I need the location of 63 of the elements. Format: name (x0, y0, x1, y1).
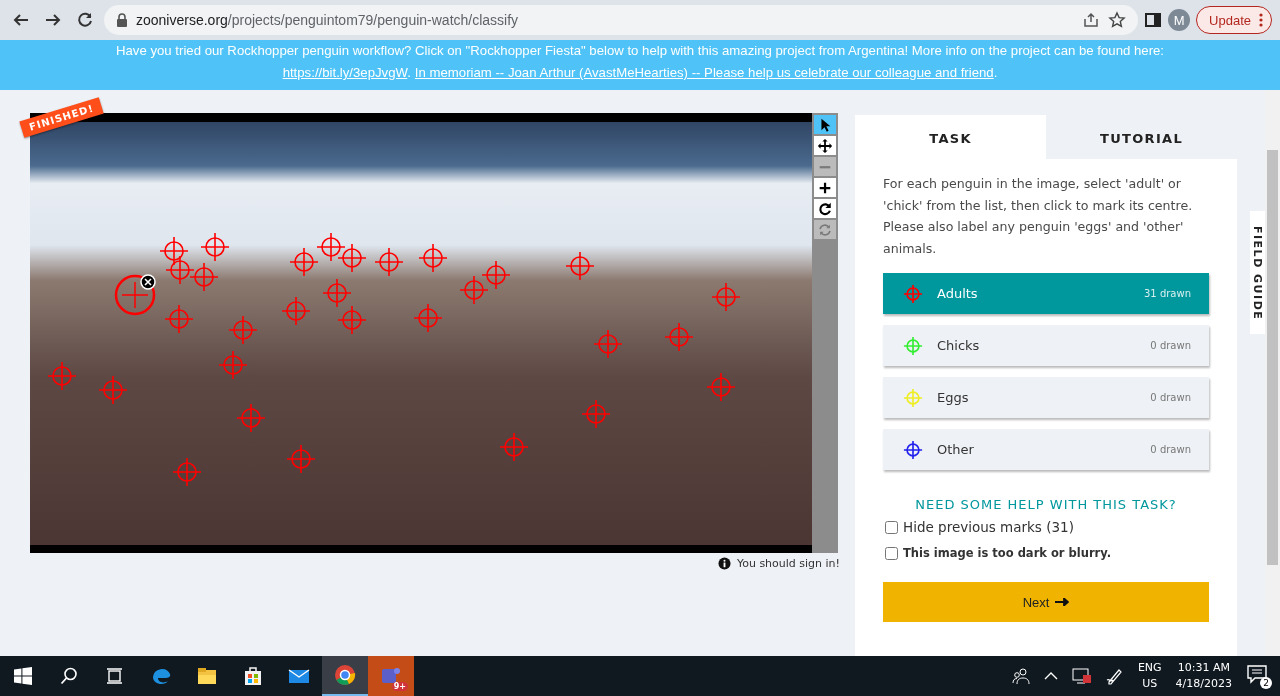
move-icon (817, 138, 833, 153)
info-icon (717, 557, 731, 570)
next-button[interactable]: Next (883, 582, 1209, 622)
rotate-icon (819, 202, 831, 215)
option-label: This image is too dark or blurry. (903, 546, 1112, 560)
profile-avatar[interactable]: M (1168, 9, 1191, 31)
bookmark-star-icon[interactable] (1108, 11, 1127, 29)
tool-label: Adults (937, 286, 979, 301)
reset-icon (819, 223, 831, 236)
pen-icon[interactable] (1105, 667, 1124, 685)
monitor-alert-icon[interactable] (1071, 667, 1092, 685)
task-tool-option[interactable]: Eggs 0 drawn (883, 377, 1209, 418)
search-icon[interactable] (60, 667, 78, 685)
windows-start-icon[interactable] (14, 667, 32, 685)
url-text: zooniverse.org/projects/penguintom79/penguin-watch/classify (136, 12, 519, 28)
people-icon[interactable] (1011, 667, 1030, 685)
task-view-icon[interactable] (106, 667, 124, 685)
task-tool-option[interactable]: Chicks 0 drawn (883, 325, 1209, 366)
tool-label: Eggs (937, 390, 970, 405)
pointer-tool-button[interactable] (814, 115, 836, 134)
address-bar[interactable]: zooniverse.org/projects/penguintom79/penguin-watch/classify (104, 5, 1139, 35)
sign-in-notice: You should sign in! (736, 557, 840, 570)
drawn-count: 0 drawn (1150, 340, 1191, 351)
share-icon[interactable] (1082, 11, 1101, 29)
browser-logo-icon (335, 665, 356, 685)
option-label: Hide previous marks (31) (903, 519, 1074, 535)
drawn-count: 0 drawn (1150, 444, 1191, 455)
drawn-count: 31 drawn (1144, 288, 1191, 299)
chat-app-icon (382, 668, 400, 683)
option-checkbox[interactable] (885, 546, 898, 560)
tool-label: Chicks (937, 338, 981, 353)
shopping-bag-icon (245, 667, 261, 685)
notification-badge: 9+ (391, 682, 408, 691)
zoom-in-icon (819, 182, 831, 193)
swirl-logo-icon (153, 669, 171, 685)
lock-icon (116, 13, 128, 27)
arrow-right-icon (1055, 598, 1070, 606)
field-guide-tab[interactable]: FIELD GUIDE (1250, 211, 1265, 334)
chrome-taskbar-button[interactable] (322, 656, 368, 696)
task-tool-option[interactable]: Other 0 drawn (883, 429, 1209, 470)
option-checkbox[interactable] (885, 520, 898, 534)
more-icon (1259, 13, 1263, 27)
announcement-text: Have you tried our Rockhopper penguin workflow? Click on "Rockhopper Fiesta" below to help with this amazing project from Argentina! More info on the project can be found here: https://bit.ly/3epJvgW. In memoriam -- Joan Arthur (AvastMeHearties) -- Please help us celebrate our colleague and friend. (114, 42, 1166, 82)
folder-icon (198, 668, 216, 684)
drawn-count: 0 drawn (1150, 392, 1191, 403)
teams-taskbar-button[interactable]: 9+ (368, 656, 414, 696)
zoom-in-tool-button[interactable] (814, 178, 836, 197)
task-instructions: For each penguin in the image, select 'adult' or 'chick' from the list, then click to mark its centre. Please also label any penguin 'eggs' and 'other' animals. (883, 175, 1194, 258)
side-panel-icon[interactable] (1144, 11, 1163, 29)
task-panel-tab[interactable]: TUTORIAL (1046, 115, 1237, 159)
move-tool-button[interactable] (814, 136, 836, 155)
clock[interactable]: 10:31 AM 4/18/2023 (1175, 660, 1232, 692)
chevron-up-icon[interactable] (1043, 671, 1058, 681)
task-tool-option[interactable]: Adults 31 drawn (883, 273, 1209, 314)
scrollbar-thumb[interactable] (1267, 150, 1278, 565)
tool-label: Other (937, 442, 975, 457)
language-indicator[interactable]: ENG US (1137, 660, 1162, 692)
envelope-icon (288, 669, 310, 683)
update-button[interactable]: Update (1196, 6, 1272, 34)
pointer-icon (821, 118, 831, 132)
help-link[interactable]: NEED SOME HELP WITH THIS TASK? (883, 497, 1209, 512)
rotate-tool-button[interactable] (814, 199, 836, 218)
zoom-out-icon (819, 165, 831, 168)
